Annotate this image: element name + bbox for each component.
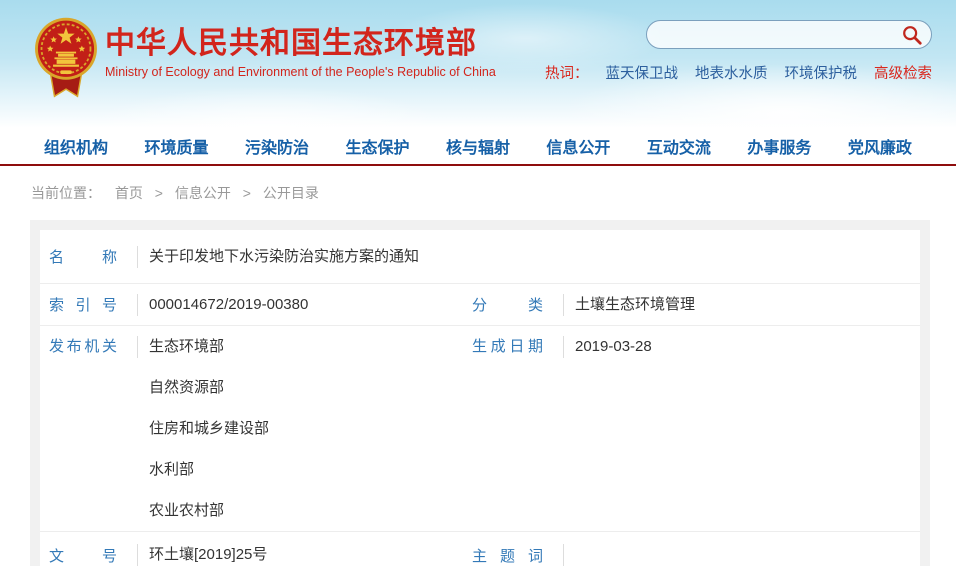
breadcrumb-info-disclosure[interactable]: 信息公开 — [175, 185, 231, 201]
table-row-index: 索引号 000014672/2019-00380 分类 土壤生态环境管理 — [40, 284, 920, 326]
index-label: 索引号 — [40, 294, 137, 315]
nav-item-services[interactable]: 办事服务 — [747, 134, 811, 158]
index-value: 000014672/2019-00380 — [137, 295, 463, 315]
subject-label: 主题词 — [463, 545, 563, 566]
search-input[interactable] — [661, 22, 891, 47]
main-nav: 组织机构 环境质量 污染防治 生态保护 核与辐射 信息公开 互动交流 办事服务 … — [0, 128, 956, 166]
breadcrumb-separator: > — [155, 185, 163, 201]
document-name-value: 关于印发地下水污染防治实施方案的通知 — [137, 247, 920, 267]
search-icon — [901, 24, 923, 46]
search-button[interactable] — [901, 24, 923, 46]
issuer-item: 农业农村部 — [149, 490, 463, 531]
issuer-item: 住房和城乡建设部 — [149, 408, 463, 449]
date-label: 生成日期 — [463, 326, 563, 367]
breadcrumb: 当前位置： 首页 > 信息公开 > 公开目录 — [0, 166, 956, 220]
docno-value: 环土壤[2019]25号 — [137, 545, 463, 565]
nav-item-info-disclosure[interactable]: 信息公开 — [546, 134, 610, 158]
national-emblem-icon — [30, 15, 102, 107]
site-brand: 中华人民共和国生态环境部 Ministry of Ecology and Env… — [105, 27, 496, 79]
breadcrumb-separator: > — [243, 185, 251, 201]
nav-item-pollution-control[interactable]: 污染防治 — [245, 134, 309, 158]
hotword-link-blue-sky[interactable]: 蓝天保卫战 — [606, 62, 679, 83]
nav-item-eco-protection[interactable]: 生态保护 — [345, 134, 409, 158]
category-label: 分类 — [463, 294, 563, 315]
hotwords-bar: 热词： 蓝天保卫战 地表水水质 环境保护税 高级检索 — [646, 62, 932, 83]
issuer-label: 发布机关 — [40, 326, 137, 367]
breadcrumb-label: 当前位置： — [31, 185, 101, 201]
search-area: 热词： 蓝天保卫战 地表水水质 环境保护税 高级检索 — [646, 20, 932, 83]
issuer-item: 自然资源部 — [149, 367, 463, 408]
search-box — [646, 20, 932, 49]
site-header: 中华人民共和国生态环境部 Ministry of Ecology and Env… — [0, 0, 956, 128]
hotword-link-env-tax[interactable]: 环境保护税 — [785, 62, 858, 83]
nav-item-nuclear-radiation[interactable]: 核与辐射 — [446, 134, 510, 158]
issuer-value-list: 生态环境部 自然资源部 住房和城乡建设部 水利部 农业农村部 — [137, 326, 463, 531]
site-title: 中华人民共和国生态环境部 — [105, 27, 496, 61]
category-value: 土壤生态环境管理 — [563, 295, 920, 315]
advanced-search-link[interactable]: 高级检索 — [874, 62, 932, 83]
hotword-link-surface-water[interactable]: 地表水水质 — [695, 62, 768, 83]
name-label: 名称 — [40, 246, 137, 267]
document-metadata-table: 名称 关于印发地下水污染防治实施方案的通知 索引号 000014672/2019… — [40, 230, 920, 566]
issuer-item: 水利部 — [149, 449, 463, 490]
table-row-name: 名称 关于印发地下水污染防治实施方案的通知 — [40, 230, 920, 284]
document-metadata-frame: 名称 关于印发地下水污染防治实施方案的通知 索引号 000014672/2019… — [30, 220, 930, 566]
nav-item-organization[interactable]: 组织机构 — [44, 134, 108, 158]
nav-item-interaction[interactable]: 互动交流 — [647, 134, 711, 158]
table-row-docno: 文号 环土壤[2019]25号 主题词 — [40, 532, 920, 566]
date-value: 2019-03-28 — [563, 326, 920, 367]
site-subtitle: Ministry of Ecology and Environment of t… — [105, 65, 496, 79]
nav-item-party-conduct[interactable]: 党风廉政 — [848, 134, 912, 158]
table-row-issuer: 发布机关 生态环境部 自然资源部 住房和城乡建设部 水利部 农业农村部 生成日期… — [40, 326, 920, 532]
breadcrumb-catalog[interactable]: 公开目录 — [263, 185, 319, 201]
hotwords-label: 热词： — [545, 62, 589, 83]
issuer-item: 生态环境部 — [149, 326, 463, 367]
breadcrumb-home[interactable]: 首页 — [115, 185, 143, 201]
docno-label: 文号 — [40, 545, 137, 566]
nav-item-env-quality[interactable]: 环境质量 — [144, 134, 208, 158]
